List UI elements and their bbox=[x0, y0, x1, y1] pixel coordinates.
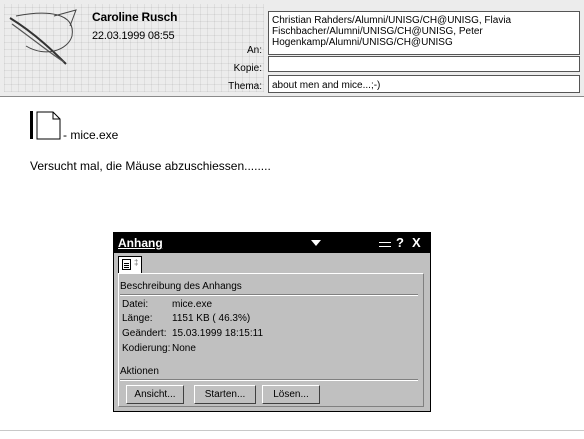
row-key: Kodierung: bbox=[122, 343, 171, 354]
close-icon[interactable]: X bbox=[412, 235, 421, 250]
row-key: Geändert: bbox=[122, 328, 167, 339]
sent-date: 22.03.1999 08:55 bbox=[92, 30, 175, 42]
row-file: Datei: mice.exe bbox=[122, 299, 212, 310]
document-icon bbox=[122, 259, 131, 270]
window-title: Anhang bbox=[118, 236, 163, 250]
row-encoding: Kodierung: None bbox=[122, 343, 196, 354]
row-value: mice.exe bbox=[172, 299, 213, 310]
actions-heading: Aktionen bbox=[120, 366, 159, 377]
divider bbox=[120, 379, 418, 381]
attachment-filename[interactable]: - mice.exe bbox=[63, 128, 118, 142]
divider bbox=[120, 294, 418, 296]
start-button[interactable]: Starten... bbox=[194, 385, 256, 404]
memo-header: Caroline Rusch 22.03.1999 08:55 An: Kopi… bbox=[0, 0, 584, 97]
pin-icon[interactable] bbox=[379, 242, 391, 247]
row-key: Datei: bbox=[122, 299, 149, 310]
row-value: 15.03.1999 18:15:11 bbox=[172, 328, 264, 339]
cc-label: Kopie: bbox=[233, 63, 262, 74]
row-value: None bbox=[172, 343, 196, 354]
detach-button[interactable]: Lösen... bbox=[262, 385, 320, 404]
row-key: Länge: bbox=[122, 313, 153, 324]
cc-field[interactable] bbox=[268, 56, 580, 72]
to-field[interactable]: Christian Rahders/Alumni/UNISG/CH@UNISG,… bbox=[268, 11, 580, 55]
description-heading: Beschreibung des Anhangs bbox=[120, 281, 242, 292]
subject-field[interactable]: about men and mice...;-) bbox=[268, 75, 580, 93]
tab-glyph: ‡ bbox=[134, 258, 139, 267]
row-modified: Geändert: 15.03.1999 18:15:11 bbox=[122, 328, 263, 339]
attachment-window: Anhang ? X ‡ Beschreibung des Anhangs Da… bbox=[113, 232, 431, 412]
to-label: An: bbox=[246, 45, 262, 56]
chevron-down-icon[interactable] bbox=[311, 240, 321, 246]
attachment-file-icon[interactable] bbox=[29, 110, 63, 142]
subject-label: Thema: bbox=[228, 81, 262, 92]
view-button[interactable]: Ansicht... bbox=[126, 385, 184, 404]
message-body: Versucht mal, die Mäuse abzuschiessen...… bbox=[30, 159, 271, 173]
help-icon[interactable]: ? bbox=[396, 235, 404, 250]
tab-properties[interactable]: ‡ bbox=[118, 256, 142, 273]
row-length: Länge: 1151 KB ( 46.3%) bbox=[122, 313, 250, 324]
divider bbox=[0, 430, 584, 431]
window-titlebar[interactable]: Anhang ? X bbox=[114, 233, 430, 253]
row-value: 1151 KB ( 46.3%) bbox=[172, 313, 251, 324]
envelope-logo-icon bbox=[9, 9, 77, 65]
sender-name: Caroline Rusch bbox=[92, 10, 178, 24]
